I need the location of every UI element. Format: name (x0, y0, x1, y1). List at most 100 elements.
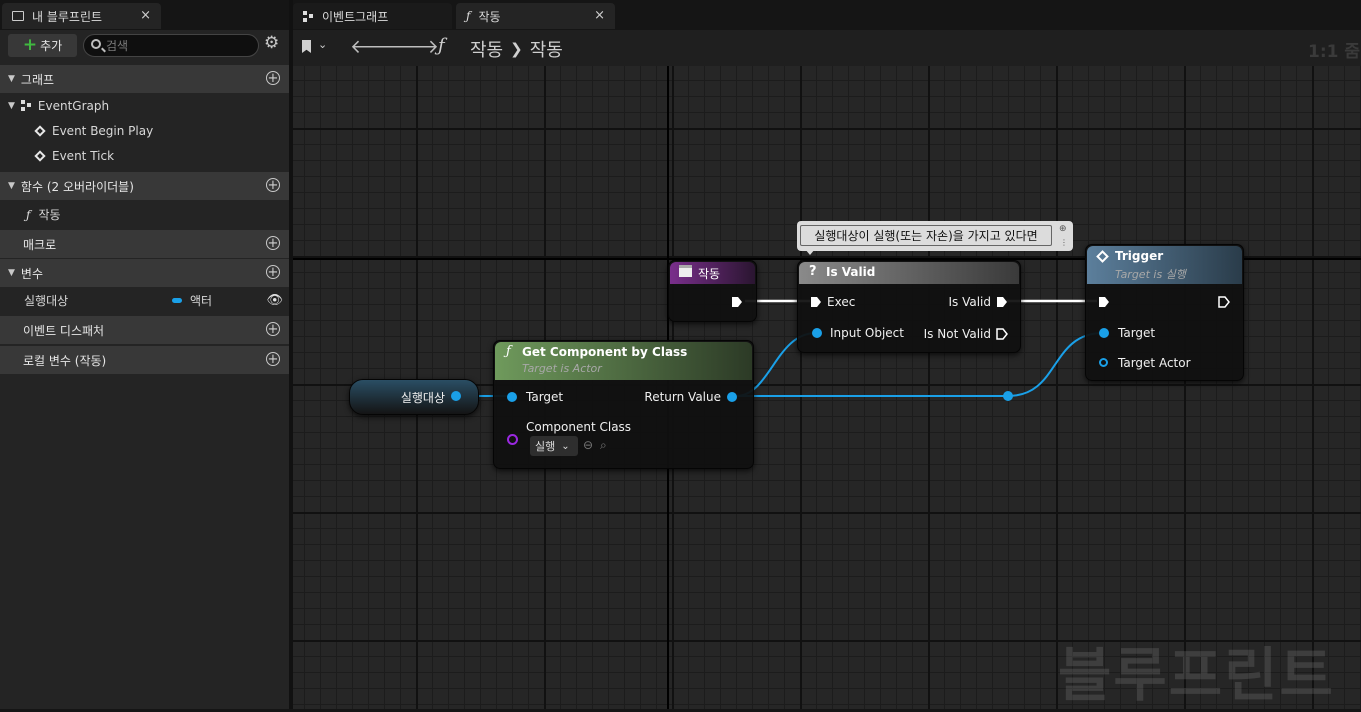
is-not-valid-exec-out-pin[interactable] (996, 328, 1008, 340)
target-actor-label: Target Actor (1118, 356, 1191, 370)
book-icon (12, 11, 24, 21)
add-macro-icon[interactable]: + (266, 236, 280, 250)
search-input[interactable]: 검색 (83, 34, 259, 57)
comment-pointer (805, 249, 815, 255)
section-macros-label: 매크로 (23, 237, 57, 252)
collapse-triangle-icon: ▼ (8, 181, 15, 191)
variable-type: 액터 (172, 292, 212, 309)
search-placeholder: 검색 (106, 39, 129, 53)
breadcrumb-item[interactable]: 작동 (470, 36, 503, 62)
forward-arrow-icon[interactable]: 🡒 (388, 35, 439, 58)
add-graph-icon[interactable]: + (266, 71, 280, 85)
collapse-triangle-icon: ▼ (8, 74, 15, 84)
add-button-label: 추가 (40, 39, 63, 53)
question-icon: ? (809, 264, 817, 279)
chevron-down-icon[interactable]: ⌄ (318, 38, 327, 51)
close-icon[interactable]: × (140, 8, 151, 23)
section-functions[interactable]: ▼ 함수 (2 오버라이더블) + (0, 172, 289, 200)
is-valid-node[interactable]: ? Is Valid Exec Is Valid Input Object Is… (797, 260, 1021, 353)
input-object-label: Input Object (830, 326, 904, 340)
exec-in-label: Exec (827, 295, 856, 309)
pin-comment-icon[interactable]: ⊕ (1059, 224, 1067, 234)
search-icon (91, 39, 101, 49)
tree-item-function-label: 작동 (38, 208, 61, 222)
function-entry-node[interactable]: 작동 (668, 260, 757, 322)
target-actor-pin[interactable] (1099, 358, 1108, 367)
use-selected-icon[interactable]: ⊖ (583, 438, 593, 452)
node-title: Is Valid (826, 265, 876, 279)
breadcrumb-item[interactable]: 작동 (530, 36, 563, 62)
node-subtitle: Target is Actor (522, 362, 602, 375)
target-label: Target (526, 390, 564, 404)
section-event-dispatchers-label: 이벤트 디스패처 (23, 323, 105, 338)
component-class-label: Component Class (526, 420, 632, 434)
variable-row[interactable]: 실행대상 액터 👁 (0, 288, 289, 313)
section-event-dispatchers[interactable]: 이벤트 디스패처 + (0, 316, 289, 344)
component-class-pin[interactable] (507, 434, 518, 445)
gear-icon[interactable]: ⚙ (264, 35, 279, 52)
node-subtitle: Target is 실행 (1115, 268, 1186, 281)
add-function-icon[interactable]: + (266, 178, 280, 192)
section-local-variables[interactable]: 로컬 변수 (작동) + (0, 346, 289, 374)
comment-text: 실행대상이 실행(또는 자손)을 가지고 있다면 (800, 225, 1052, 246)
browse-icon[interactable]: ⌕ (600, 438, 607, 453)
class-select[interactable]: 실행 ⌄ (530, 436, 578, 456)
close-icon[interactable]: × (594, 8, 605, 23)
is-valid-exec-out-pin[interactable] (996, 296, 1008, 308)
graph-icon (303, 10, 314, 22)
is-not-valid-out-label: Is Not Valid (923, 327, 991, 341)
eye-icon[interactable]: 👁 (266, 293, 283, 308)
variable-get-node[interactable]: 실행대상 (349, 379, 479, 415)
tree-item-function[interactable]: ƒ 작동 (0, 202, 289, 227)
class-select-value: 실행 (535, 440, 556, 453)
return-value-label: Return Value (644, 390, 721, 404)
exec-out-pin[interactable] (1218, 296, 1230, 308)
target-pin[interactable] (1099, 328, 1109, 338)
tree-item-eventgraph[interactable]: ▼ EventGraph (0, 93, 289, 118)
add-button[interactable]: + 추가 (8, 34, 77, 57)
exec-out-pin[interactable] (731, 296, 743, 308)
add-local-variable-icon[interactable]: + (266, 352, 280, 366)
exec-in-pin[interactable] (810, 296, 822, 308)
section-macros[interactable]: 매크로 + (0, 230, 289, 258)
tab-event-graph-label: 이벤트그래프 (322, 9, 389, 24)
variable-get-label: 실행대상 (400, 391, 445, 405)
add-event-dispatcher-icon[interactable]: + (266, 322, 280, 336)
target-pin[interactable] (507, 392, 517, 402)
tab-function-label: 작동 (478, 9, 501, 24)
function-icon: ƒ (438, 35, 445, 56)
tab-event-graph[interactable]: 이벤트그래프 (293, 3, 452, 29)
watermark: 블루프린트 (1058, 641, 1335, 709)
variable-type-label: 액터 (190, 294, 213, 308)
chevron-down-icon: ⌄ (561, 440, 570, 452)
tree-item-event-tick[interactable]: Event Tick (0, 143, 289, 168)
target-label: Target (1118, 326, 1156, 340)
variable-out-pin[interactable] (451, 391, 461, 401)
tree-item-eventgraph-label: EventGraph (37, 98, 110, 113)
zoom-level: 1:1 줌 (1308, 42, 1361, 62)
tree-item-event-begin-play[interactable]: Event Begin Play (0, 118, 289, 143)
return-value-pin[interactable] (727, 392, 737, 402)
tab-my-blueprint[interactable]: 내 블루프린트 × (2, 3, 161, 29)
section-graphs[interactable]: ▼ 그래프 + (0, 65, 289, 93)
event-icon (34, 124, 46, 137)
section-variables[interactable]: ▼ 변수 + (0, 259, 289, 287)
comment-bubble[interactable]: 실행대상이 실행(또는 자손)을 가지고 있다면 ⊕ ⋮ (797, 221, 1073, 255)
plus-icon: + (22, 35, 38, 55)
get-component-by-class-node[interactable]: ƒ Get Component by Class Target is Actor… (493, 340, 754, 469)
function-icon: ƒ (26, 207, 31, 222)
exec-in-pin[interactable] (1098, 296, 1110, 308)
object-type-icon (172, 298, 182, 303)
graph-toolbar (293, 30, 1361, 66)
section-graphs-label: 그래프 (20, 72, 55, 87)
input-object-pin[interactable] (812, 328, 822, 338)
tab-function[interactable]: ƒ 작동 × (456, 3, 615, 29)
function-icon: ƒ (466, 9, 471, 23)
graph-icon (20, 100, 32, 111)
tree-item-event-begin-play-label: Event Begin Play (52, 123, 154, 138)
trigger-node[interactable]: Trigger Target is 실행 Target Target Actor (1085, 244, 1244, 381)
graph-tab-bar (293, 0, 1361, 30)
variable-name: 실행대상 (24, 294, 69, 308)
add-variable-icon[interactable]: + (266, 265, 280, 279)
function-icon: ƒ (506, 344, 511, 359)
